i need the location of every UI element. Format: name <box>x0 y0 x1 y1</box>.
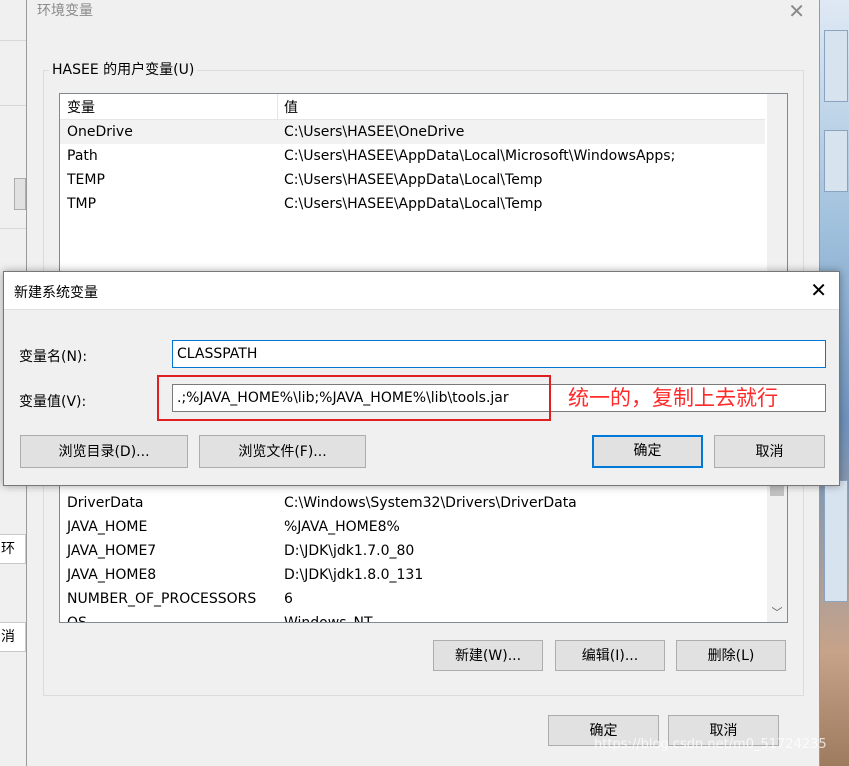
var-name: JAVA_HOME <box>67 519 148 535</box>
wallpaper-tower <box>824 130 848 192</box>
list-item[interactable]: JAVA_HOME %JAVA_HOME8% <box>60 515 765 539</box>
scroll-down-icon[interactable]: ﹀ <box>767 604 787 620</box>
var-name: TMP <box>67 196 97 212</box>
list-item[interactable]: NUMBER_OF_PROCESSORS 6 <box>60 587 765 611</box>
list-item[interactable]: Path C:\Users\HASEE\AppData\Local\Micros… <box>60 144 765 168</box>
bg-label-cancel: 消 <box>0 622 26 652</box>
bg-divider <box>0 228 26 229</box>
list-item[interactable]: JAVA_HOME8 D:\JDK\jdk1.8.0_131 <box>60 563 765 587</box>
column-header-name[interactable]: 变量 <box>67 97 95 117</box>
list-item[interactable]: OS Windows_NT <box>60 611 765 623</box>
edit-variable-button[interactable]: 编辑(I)... <box>555 640 665 671</box>
highlight-box <box>157 375 551 421</box>
bg-button <box>14 178 26 210</box>
column-header-value[interactable]: 值 <box>284 97 298 117</box>
bg-label-env: 环境 <box>0 534 26 564</box>
list-header: 变量 值 <box>60 94 765 120</box>
var-name: Path <box>67 148 98 164</box>
dialog-title: 新建系统变量 <box>14 285 98 301</box>
var-value: C:\Users\HASEE\AppData\Local\Microsoft\W… <box>284 148 676 164</box>
var-name: JAVA_HOME7 <box>67 543 157 559</box>
cancel-button[interactable]: 取消 <box>714 435 825 468</box>
var-name: TEMP <box>67 172 105 188</box>
var-value: C:\Users\HASEE\AppData\Local\Temp <box>284 172 543 188</box>
var-name: NUMBER_OF_PROCESSORS <box>67 591 257 607</box>
var-value: %JAVA_HOME8% <box>284 519 400 535</box>
list-item[interactable]: DriverData C:\Windows\System32\Drivers\D… <box>60 491 765 515</box>
user-vars-list[interactable]: 变量 值 OneDrive C:\Users\HASEE\OneDrive Pa… <box>59 93 788 285</box>
var-name: JAVA_HOME8 <box>67 567 157 583</box>
var-value: 6 <box>284 591 293 607</box>
var-name: OneDrive <box>67 124 133 140</box>
variable-name-input[interactable]: CLASSPATH <box>172 340 826 368</box>
list-item[interactable]: OneDrive C:\Users\HASEE\OneDrive <box>60 120 765 144</box>
var-name: DriverData <box>67 495 144 511</box>
user-vars-group-label: HASEE 的用户变量(U) <box>49 61 198 79</box>
browse-directory-button[interactable]: 浏览目录(D)... <box>20 435 188 468</box>
new-variable-button[interactable]: 新建(W)... <box>433 640 543 671</box>
annotation-text: 统一的，复制上去就行 <box>568 386 778 410</box>
close-icon[interactable]: ✕ <box>810 278 827 302</box>
var-value: C:\Users\HASEE\AppData\Local\Temp <box>284 196 543 212</box>
new-system-variable-dialog: 新建系统变量 ✕ 变量名(N): CLASSPATH 变量值(V): .;%JA… <box>3 271 840 486</box>
scrollbar[interactable]: ﹀ <box>767 476 787 622</box>
watermark: https://blog.csdn.net/m0_51724235 <box>594 737 827 752</box>
var-value: Windows_NT <box>284 615 373 623</box>
dialog-titlebar: 新建系统变量 <box>4 272 839 310</box>
column-separator[interactable] <box>277 94 278 119</box>
variable-value-label: 变量值(V): <box>19 394 87 410</box>
delete-variable-button[interactable]: 删除(L) <box>676 640 786 671</box>
bg-divider <box>0 40 26 41</box>
var-value: C:\Users\HASEE\OneDrive <box>284 124 465 140</box>
browse-file-button[interactable]: 浏览文件(F)... <box>199 435 366 468</box>
wallpaper-tower <box>824 30 848 102</box>
bg-divider <box>0 105 26 106</box>
variable-name-label: 变量名(N): <box>19 349 88 365</box>
list-item[interactable]: JAVA_HOME7 D:\JDK\jdk1.7.0_80 <box>60 539 765 563</box>
close-icon[interactable]: ✕ <box>788 0 805 22</box>
var-value: D:\JDK\jdk1.7.0_80 <box>284 543 415 559</box>
var-value: C:\Windows\System32\Drivers\DriverData <box>284 495 577 511</box>
ok-button[interactable]: 确定 <box>592 435 703 468</box>
dialog-title: 环境变量 <box>37 3 93 19</box>
system-vars-list[interactable]: DriverData C:\Windows\System32\Drivers\D… <box>59 475 788 623</box>
var-value: D:\JDK\jdk1.8.0_131 <box>284 567 424 583</box>
list-item[interactable]: TMP C:\Users\HASEE\AppData\Local\Temp <box>60 192 765 216</box>
wallpaper-tower <box>824 480 848 602</box>
list-item[interactable]: TEMP C:\Users\HASEE\AppData\Local\Temp <box>60 168 765 192</box>
var-name: OS <box>67 615 87 623</box>
scrollbar[interactable] <box>767 94 787 284</box>
